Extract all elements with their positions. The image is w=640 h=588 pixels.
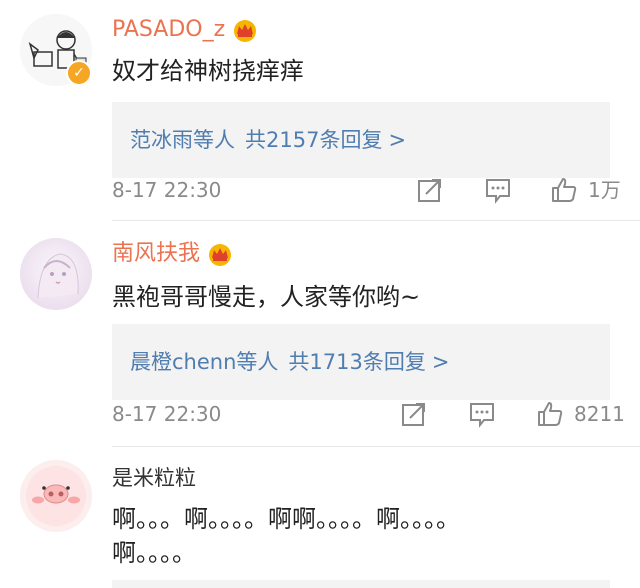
- like-count: 1万: [588, 178, 621, 202]
- username[interactable]: 南风扶我: [112, 240, 234, 268]
- comment-item: ✓ PASADO_z 奴才给神树挠痒痒 范冰雨等人 共2157条回复 > 8-17 …: [0, 0, 640, 222]
- divider: [112, 446, 640, 447]
- chevron-right-icon: >: [388, 128, 407, 152]
- comment-icon[interactable]: [468, 400, 496, 428]
- username-text[interactable]: PASADO_z: [112, 17, 225, 42]
- reply-summary: [112, 580, 610, 588]
- reply-summary[interactable]: 晨橙chenn等人 共1713条回复 >: [112, 324, 610, 400]
- comment-footer: 8-17 22:30 8211: [0, 394, 640, 434]
- divider: [112, 220, 640, 221]
- vip-crown-icon: [234, 20, 257, 42]
- share-icon[interactable]: [400, 400, 428, 428]
- avatar[interactable]: [20, 238, 92, 310]
- comment-icon[interactable]: [484, 176, 512, 204]
- like-count: 8211: [574, 402, 625, 426]
- reply-people[interactable]: 晨橙chenn等人: [130, 350, 278, 374]
- reply-count[interactable]: 共1713条回复: [288, 350, 425, 374]
- comment-text-line: 啊。。。啊。。。。啊啊。。。。啊。。。。: [112, 505, 460, 533]
- vip-crown-icon: [209, 244, 232, 266]
- reply-count[interactable]: 共2157条回复: [245, 128, 382, 152]
- verified-badge-icon: ✓: [66, 60, 92, 86]
- comment-item: 是米粒粒 啊。。。啊。。。。啊啊。。。。啊。。。。 啊。。。。: [0, 450, 640, 588]
- timestamp: 8-17 22:30: [112, 402, 222, 426]
- chevron-right-icon: >: [431, 350, 450, 374]
- thumbs-up-icon[interactable]: [536, 400, 564, 428]
- timestamp: 8-17 22:30: [112, 178, 222, 202]
- reply-summary[interactable]: 范冰雨等人 共2157条回复 >: [112, 102, 610, 178]
- comment-item: 南风扶我 黑袍哥哥慢走，人家等你哟~ 晨橙chenn等人 共1713条回复 > 8-…: [0, 222, 640, 450]
- username[interactable]: 是米粒粒: [112, 464, 196, 492]
- thumbs-up-icon[interactable]: [550, 176, 578, 204]
- comment-text-line: 啊。。。。: [112, 539, 196, 567]
- comment-text: 黑袍哥哥慢走，人家等你哟~: [112, 283, 421, 311]
- comment-text: 奴才给神树挠痒痒: [112, 57, 304, 85]
- username[interactable]: PASADO_z: [112, 16, 259, 44]
- avatar[interactable]: [20, 460, 92, 532]
- username-text[interactable]: 南风扶我: [112, 241, 200, 266]
- comment-text: 啊。。。啊。。。。啊啊。。。。啊。。。。 啊。。。。: [112, 502, 460, 570]
- share-icon[interactable]: [416, 176, 444, 204]
- reply-people[interactable]: 范冰雨等人: [130, 128, 235, 152]
- comment-footer: 8-17 22:30 1万: [0, 170, 640, 210]
